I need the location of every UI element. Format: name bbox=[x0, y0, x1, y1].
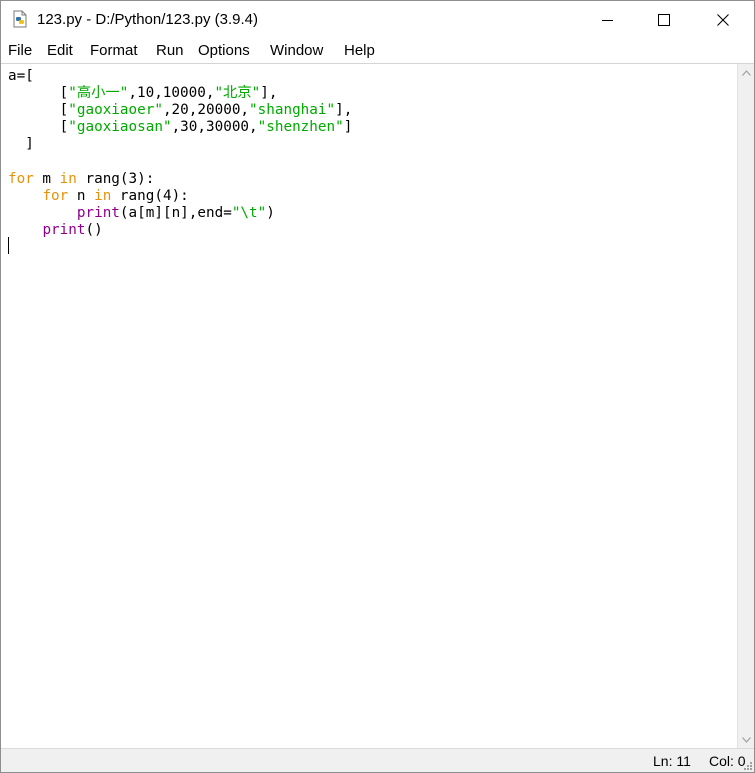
idle-editor-window: 123.py - D:/Python/123.py (3.9.4) File E… bbox=[0, 0, 755, 773]
code-token: n bbox=[68, 187, 95, 204]
status-line: Ln: 11 bbox=[653, 753, 691, 769]
code-token: for bbox=[42, 187, 69, 204]
code-token: "shenzhen" bbox=[257, 119, 344, 136]
code-token: print bbox=[42, 221, 86, 238]
code-token: [ bbox=[8, 102, 69, 119]
close-icon bbox=[717, 14, 729, 26]
code-line: ["gaoxiaosan",30,30000,"shenzhen"] bbox=[8, 119, 353, 136]
chevron-up-icon bbox=[742, 69, 751, 76]
code-token: for bbox=[8, 170, 34, 187]
code-token: "shanghai" bbox=[249, 102, 336, 119]
code-token: [ bbox=[8, 119, 69, 136]
code-token: "高小一" bbox=[68, 85, 129, 102]
code-token: ,30,30000, bbox=[171, 119, 258, 136]
menu-file[interactable]: File bbox=[8, 42, 32, 59]
text-cursor bbox=[8, 237, 9, 254]
code-token: print bbox=[76, 204, 120, 221]
code-line: ["gaoxiaoer",20,20000,"shanghai"], bbox=[8, 102, 353, 119]
code-token: ], bbox=[260, 85, 278, 102]
status-bar: Ln: 11 Col: 0 bbox=[1, 748, 754, 772]
code-token: ] bbox=[343, 119, 353, 136]
code-token: rang(4): bbox=[111, 187, 189, 204]
resize-grip-icon[interactable] bbox=[743, 761, 753, 771]
menu-format[interactable]: Format bbox=[90, 42, 138, 59]
code-token: rang(3): bbox=[76, 170, 155, 187]
code-token: in bbox=[59, 170, 77, 187]
scroll-down-button[interactable] bbox=[738, 731, 754, 748]
code-line: a=[ bbox=[8, 68, 34, 84]
status-column: Col: 0 bbox=[709, 753, 746, 769]
chevron-down-icon bbox=[742, 736, 751, 743]
maximize-button[interactable] bbox=[641, 1, 687, 39]
menu-run[interactable]: Run bbox=[156, 42, 184, 59]
title-bar[interactable]: 123.py - D:/Python/123.py (3.9.4) bbox=[1, 1, 754, 39]
code-token: () bbox=[85, 221, 103, 238]
code-text[interactable]: a=[ ["高小一",10,10000,"北京"], ["gaoxiaoer",… bbox=[8, 68, 352, 239]
menu-bar: File Edit Format Run Options Window Help bbox=[1, 39, 754, 63]
code-line: for m in rang(3): bbox=[8, 171, 154, 187]
code-line: print() bbox=[8, 221, 103, 238]
code-line: ] bbox=[8, 136, 34, 152]
code-line: ["高小一",10,10000,"北京"], bbox=[8, 85, 278, 102]
menu-help[interactable]: Help bbox=[344, 42, 375, 59]
close-button[interactable] bbox=[700, 1, 746, 39]
code-token: "\t" bbox=[231, 204, 267, 221]
code-token: "gaoxiaosan" bbox=[68, 119, 172, 136]
code-token: a=[ bbox=[8, 68, 34, 84]
menu-options[interactable]: Options bbox=[198, 42, 250, 59]
code-line: print(a[m][n],end="\t") bbox=[8, 205, 275, 221]
code-token: "gaoxiaoer" bbox=[68, 102, 163, 119]
code-token: "北京" bbox=[214, 85, 261, 102]
window-title: 123.py - D:/Python/123.py (3.9.4) bbox=[37, 11, 258, 28]
menu-edit[interactable]: Edit bbox=[47, 42, 73, 59]
maximize-icon bbox=[658, 14, 670, 26]
code-token: in bbox=[94, 187, 112, 204]
code-token: ], bbox=[335, 102, 353, 119]
code-editor[interactable]: a=[ ["高小一",10,10000,"北京"], ["gaoxiaoer",… bbox=[1, 64, 737, 748]
code-token: [ bbox=[8, 85, 69, 102]
minimize-button[interactable] bbox=[585, 1, 631, 39]
menu-window[interactable]: Window bbox=[270, 42, 323, 59]
code-token: ,20,20000, bbox=[162, 102, 250, 119]
code-token: ,10,10000, bbox=[128, 85, 215, 102]
code-token: (a[m][n],end= bbox=[119, 204, 232, 221]
code-token: ] bbox=[8, 136, 34, 153]
python-file-icon bbox=[13, 10, 27, 28]
vertical-scrollbar[interactable] bbox=[737, 64, 754, 748]
code-token: ) bbox=[266, 204, 275, 221]
code-token: m bbox=[33, 170, 60, 187]
code-line: for n in rang(4): bbox=[8, 187, 189, 204]
minimize-icon bbox=[602, 20, 613, 21]
scroll-up-button[interactable] bbox=[738, 64, 754, 81]
